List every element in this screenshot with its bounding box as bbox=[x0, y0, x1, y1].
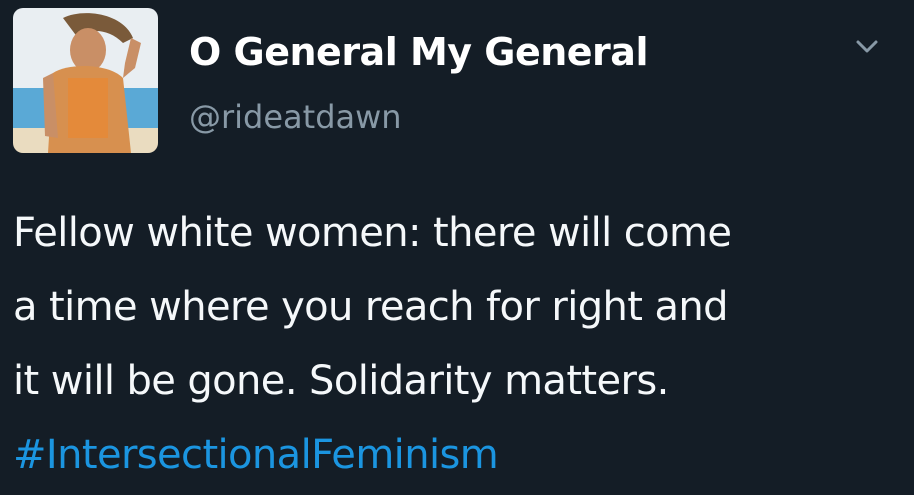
hashtag-link[interactable]: #IntersectionalFeminism bbox=[13, 418, 903, 492]
tweet-text-line: it will be gone. Solidarity matters. bbox=[13, 358, 669, 404]
chevron-down-icon bbox=[856, 40, 878, 53]
tweet-text-line: a time where you reach for right and bbox=[13, 284, 729, 330]
author-display-name[interactable]: O General My General bbox=[189, 30, 648, 74]
tweet-text: Fellow white women: there will come a ti… bbox=[13, 196, 903, 492]
tweet-card: O General My General @rideatdawn Fellow … bbox=[0, 0, 914, 495]
avatar[interactable] bbox=[13, 8, 158, 153]
tweet-text-line: Fellow white women: there will come bbox=[13, 210, 732, 256]
tweet-menu-button[interactable] bbox=[852, 36, 882, 58]
author-handle[interactable]: @rideatdawn bbox=[189, 98, 402, 136]
avatar-photo-icon bbox=[13, 8, 158, 153]
